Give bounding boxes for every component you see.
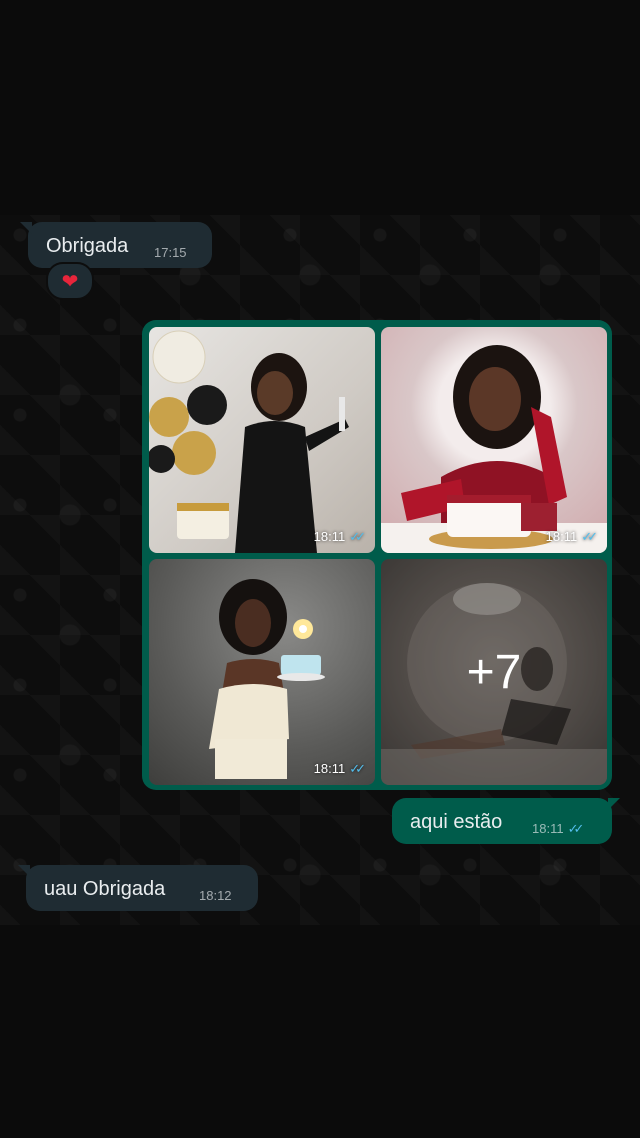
- more-photos-count: +7: [381, 559, 607, 785]
- message-time: 17:15: [154, 245, 187, 260]
- read-ticks-icon: ✓✓: [581, 529, 598, 544]
- message-text: aqui estão: [410, 811, 503, 833]
- message-time: 18:12: [199, 888, 232, 903]
- album-photo[interactable]: 18:11 ✓✓: [381, 327, 607, 553]
- photo-album[interactable]: 18:11 ✓✓ 18:11 ✓✓ 18:11 ✓✓ +7: [142, 320, 612, 790]
- photo-timestamp: 18:11 ✓✓: [313, 529, 366, 544]
- outgoing-message[interactable]: aqui estão 18:11 ✓✓: [392, 798, 620, 844]
- incoming-message[interactable]: Obrigada 17:15: [20, 222, 212, 268]
- incoming-message[interactable]: uau Obrigada 18:12: [18, 865, 258, 911]
- message-text: Obrigada: [46, 235, 129, 257]
- more-photos-tile[interactable]: +7: [381, 559, 607, 785]
- read-ticks-icon: ✓✓: [349, 761, 366, 776]
- photo-timestamp: 18:11 ✓✓: [545, 529, 598, 544]
- photo-content-balloons: [149, 330, 349, 553]
- heart-reaction[interactable]: ❤: [46, 262, 94, 300]
- read-ticks-icon: ✓✓: [349, 529, 366, 544]
- message-time: 18:11 ✓✓: [532, 821, 585, 836]
- read-ticks-icon: ✓✓: [567, 821, 585, 836]
- photo-timestamp: 18:11 ✓✓: [313, 761, 366, 776]
- photo-content-sparkler-cake: [209, 579, 325, 779]
- album-photo[interactable]: 18:11 ✓✓: [149, 327, 375, 553]
- photo-content-cake-red: [381, 345, 607, 553]
- heart-icon: ❤: [61, 270, 79, 293]
- album-photo[interactable]: 18:11 ✓✓: [149, 559, 375, 785]
- message-text: uau Obrigada: [44, 878, 166, 900]
